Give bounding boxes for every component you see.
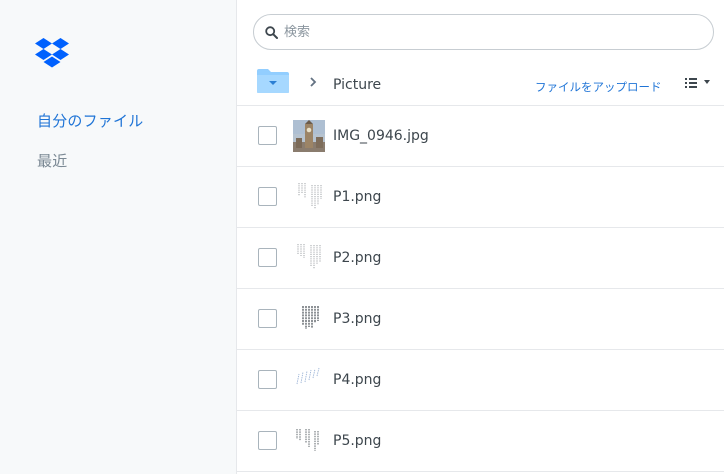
image-thumbnail bbox=[293, 242, 325, 274]
sidebar-item-recent[interactable]: 最近 bbox=[37, 150, 67, 171]
image-thumbnail bbox=[293, 120, 325, 152]
row-checkbox[interactable] bbox=[258, 309, 277, 328]
sidebar: 自分のファイル 最近 bbox=[0, 0, 237, 474]
list-view-icon[interactable] bbox=[683, 76, 713, 90]
file-name[interactable]: P2.png bbox=[333, 250, 381, 266]
file-row[interactable]: P1.png bbox=[237, 167, 724, 228]
chevron-right-icon bbox=[310, 77, 317, 87]
file-row[interactable]: P3.png bbox=[237, 289, 724, 350]
main-panel: Picture ファイルをアップロード bbox=[237, 0, 724, 474]
folder-icon[interactable] bbox=[257, 68, 289, 94]
row-checkbox[interactable] bbox=[258, 431, 277, 450]
image-thumbnail bbox=[293, 181, 325, 213]
breadcrumb[interactable]: Picture bbox=[333, 77, 381, 93]
upload-file-link[interactable]: ファイルをアップロード bbox=[535, 79, 662, 95]
file-row[interactable]: P4.png bbox=[237, 350, 724, 411]
row-checkbox[interactable] bbox=[258, 126, 277, 145]
file-name[interactable]: P5.png bbox=[333, 433, 381, 449]
file-row[interactable]: P2.png bbox=[237, 228, 724, 289]
image-thumbnail bbox=[293, 303, 325, 335]
sidebar-item-my-files[interactable]: 自分のファイル bbox=[37, 110, 143, 131]
image-thumbnail bbox=[293, 425, 325, 457]
search-box[interactable] bbox=[253, 14, 714, 50]
row-checkbox[interactable] bbox=[258, 187, 277, 206]
folder-header: Picture ファイルをアップロード bbox=[237, 64, 724, 106]
row-checkbox[interactable] bbox=[258, 370, 277, 389]
file-row[interactable]: P5.png bbox=[237, 411, 724, 472]
search-icon bbox=[265, 26, 278, 39]
file-name[interactable]: P3.png bbox=[333, 311, 381, 327]
row-checkbox[interactable] bbox=[258, 248, 277, 267]
search-input[interactable] bbox=[284, 21, 684, 43]
file-list: IMG_0946.jpg P1.png P2.png P3.png P4.png… bbox=[237, 106, 724, 472]
dropbox-logo-icon[interactable] bbox=[35, 38, 69, 68]
file-row[interactable]: IMG_0946.jpg bbox=[237, 106, 724, 167]
image-thumbnail bbox=[293, 364, 325, 396]
file-name[interactable]: P1.png bbox=[333, 189, 381, 205]
file-name[interactable]: P4.png bbox=[333, 372, 381, 388]
file-name[interactable]: IMG_0946.jpg bbox=[333, 128, 429, 144]
app-window: 自分のファイル 最近 Picture ファイルをアップロード bbox=[0, 0, 724, 474]
